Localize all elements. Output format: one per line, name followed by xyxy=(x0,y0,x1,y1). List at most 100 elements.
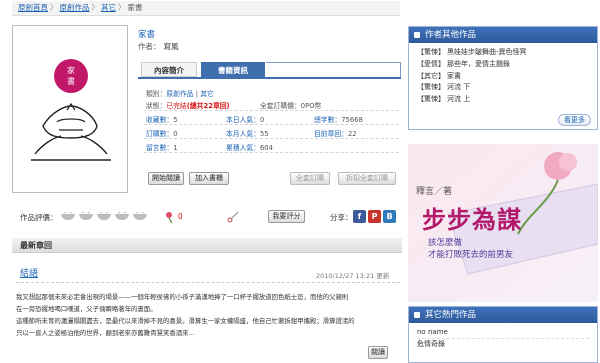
daily-views-label: 本日人氣： xyxy=(226,116,260,124)
share-label: 分享： xyxy=(330,213,353,222)
current-chapter-label: 目前章回： xyxy=(314,130,348,138)
promo-title: 步步為謀 xyxy=(422,206,522,234)
cover-illustration: 家 書 xyxy=(31,59,111,161)
work-item[interactable]: 【驚悚】 河流 下 xyxy=(417,82,589,94)
divider xyxy=(144,152,399,153)
latest-chapter-header: 最新章回 xyxy=(12,238,402,253)
work-category: 【愛情】 xyxy=(417,59,445,68)
scissors-icon[interactable] xyxy=(226,210,240,224)
price-cell: 全套訂購價：0PO幣 xyxy=(260,100,321,110)
divider xyxy=(144,110,399,111)
info-tabs: 內容簡介 書籍資訊 xyxy=(138,62,401,77)
chapter-excerpt: 我又想起那個未來必定會出現的場景——一個年輕侯佛的小孫子滿漢地捧了一口杯子擺放道… xyxy=(16,291,400,339)
panel-bullet-icon xyxy=(414,32,420,38)
buy-all-button[interactable]: 全套訂購 xyxy=(290,172,330,185)
hot-work-item[interactable]: no name xyxy=(417,327,589,339)
author-label: 作者： xyxy=(138,42,161,51)
work-item[interactable]: 【其它】 家書 xyxy=(417,71,589,83)
price-value: 0PO幣 xyxy=(300,102,322,110)
status-value: 已完結 xyxy=(166,102,187,110)
author-link[interactable]: 寫風 xyxy=(164,42,179,51)
buy-all-discount-button[interactable]: 折扣全套訂購 xyxy=(338,172,396,185)
add-bookshelf-button[interactable]: 加入書櫃 xyxy=(189,172,229,185)
orders-value: 0 xyxy=(173,130,178,138)
status-row: 狀態：已完結(總共22章回) 全套訂購價：0PO幣 xyxy=(146,100,396,110)
panel-title: 其它熱門作品 xyxy=(425,310,477,320)
divider xyxy=(144,124,399,125)
chapter-title-link[interactable]: 結語 xyxy=(20,266,38,279)
divider xyxy=(16,282,400,283)
see-more-button[interactable]: 看更多 xyxy=(558,114,591,126)
subcategory-link[interactable]: 其它 xyxy=(200,90,214,98)
author-other-works-panel: 作者其他作品 【驚悚】 黑娃娃步皺舞曲-異色怪冥 【愛情】 那些年，愛情主題錄 【其… xyxy=(408,26,598,130)
work-title[interactable]: 家書 xyxy=(447,72,461,80)
promo-line-2: 才能打敗死去的前男友 xyxy=(428,250,514,260)
category-separator: | xyxy=(195,90,199,98)
total-views-value: 604 xyxy=(259,144,273,152)
breadcrumb-separator: 〉 xyxy=(91,3,100,12)
facebook-share-icon[interactable]: f xyxy=(353,210,366,223)
rating-row: 作品評價： 0 我要評分 分享： f P B xyxy=(12,209,402,225)
excerpt-line: 只以一直人之姿極泊他的世界，顧到老來亦舊難貴慧笑香酒來... xyxy=(16,329,195,337)
plurk-share-icon[interactable]: P xyxy=(368,210,381,223)
breadcrumb-works-link[interactable]: 原創作品 xyxy=(60,3,90,12)
work-title[interactable]: 那些年，愛情主題錄 xyxy=(447,60,510,68)
breadcrumb-current: 家書 xyxy=(127,3,143,12)
price-label: 全套訂購價： xyxy=(260,102,301,110)
seal-text-top: 家 xyxy=(67,65,75,75)
seal-text-bottom: 書 xyxy=(67,76,75,86)
tab-synopsis[interactable]: 內容簡介 xyxy=(141,62,197,77)
rating-bowl-icon[interactable] xyxy=(78,212,94,221)
blog-share-icon[interactable]: B xyxy=(383,210,396,223)
tab-book-info[interactable]: 書籍資訊 xyxy=(201,62,265,77)
excerpt-line: 這種節所未育的瀟灑隔閡盡去，是最代以來滑掉不見的喜景。滑算生一家女權隔盛，他自己… xyxy=(16,317,355,325)
breadcrumb-other-link[interactable]: 其它 xyxy=(101,3,116,12)
tab-underline xyxy=(138,77,401,79)
work-category: 【其它】 xyxy=(417,71,445,80)
work-item[interactable]: 【驚悚】 黑娃娃步皺舞曲-異色怪冥 xyxy=(417,47,589,59)
comments-label: 留言數： xyxy=(146,144,174,152)
category-link[interactable]: 原創作品 xyxy=(166,90,193,98)
work-title[interactable]: 黑娃娃步皺舞曲-異色怪冥 xyxy=(447,48,527,56)
rating-bowl-icon[interactable] xyxy=(114,212,130,221)
panel-bullet-icon xyxy=(414,312,420,318)
category-label: 類別： xyxy=(146,90,167,98)
breadcrumb-home-link[interactable]: 原創首頁 xyxy=(18,3,48,12)
rating-bowl-icon[interactable] xyxy=(132,212,148,221)
category-row: 類別：原創作品 | 其它 xyxy=(146,88,214,98)
work-item[interactable]: 【愛情】 那些年，愛情主題錄 xyxy=(417,59,589,71)
rating-label: 作品評價： xyxy=(20,213,58,222)
monthly-views-value: 55 xyxy=(259,130,269,138)
work-title[interactable]: 河流 下 xyxy=(447,83,470,91)
breadcrumb: 原創首頁〉原創作品〉其它〉家書 xyxy=(12,1,400,16)
book-author: 作者： 寫風 xyxy=(138,41,179,52)
hot-work-item[interactable]: 危情奇錄 xyxy=(417,339,589,351)
current-chapter-value: 22 xyxy=(347,130,357,138)
word-count-label: 總字數： xyxy=(314,116,342,124)
chapter-total: (總共22章回) xyxy=(186,102,230,110)
read-chapter-button[interactable]: 閱讀 xyxy=(368,346,388,359)
status-label: 狀態： xyxy=(146,102,167,110)
work-category: 【驚悚】 xyxy=(417,95,445,104)
panel-header: 其它熱門作品 xyxy=(409,307,597,323)
work-title[interactable]: 河流 上 xyxy=(447,95,470,103)
book-title: 家書 xyxy=(138,30,156,40)
work-category: 【驚悚】 xyxy=(417,83,445,92)
hot-works-panel: 其它熱門作品 no name 危情奇錄 xyxy=(408,306,598,363)
excerpt-line: 我又想起那個未來必定會出現的場景——一個年輕侯佛的小孫子滿漢地捧了一口杯子擺放道… xyxy=(16,293,349,301)
work-item[interactable]: 【驚悚】 河流 上 xyxy=(417,94,589,106)
flower-gift-icon[interactable] xyxy=(164,210,178,224)
start-reading-button[interactable]: 開始閱讀 xyxy=(148,172,184,185)
rate-button[interactable]: 我要評分 xyxy=(268,210,305,223)
rating-bowl-icon[interactable] xyxy=(60,212,76,221)
rating-bowl-icon[interactable] xyxy=(96,212,112,221)
monthly-views-label: 本月人氣： xyxy=(226,130,260,138)
panel-title: 作者其他作品 xyxy=(425,30,477,40)
flower-count: 0 xyxy=(178,212,183,221)
favorites-label: 收藏數： xyxy=(146,116,174,124)
promo-author: 釋言／著 xyxy=(416,187,453,197)
promo-banner[interactable]: 釋言／著 步步為謀 該怎麼做 才能打敗死去的前男友 xyxy=(408,144,598,302)
breadcrumb-separator: 〉 xyxy=(50,3,58,12)
book-cover[interactable]: 家 書 xyxy=(12,25,128,193)
favorites-value: 5 xyxy=(173,116,178,124)
